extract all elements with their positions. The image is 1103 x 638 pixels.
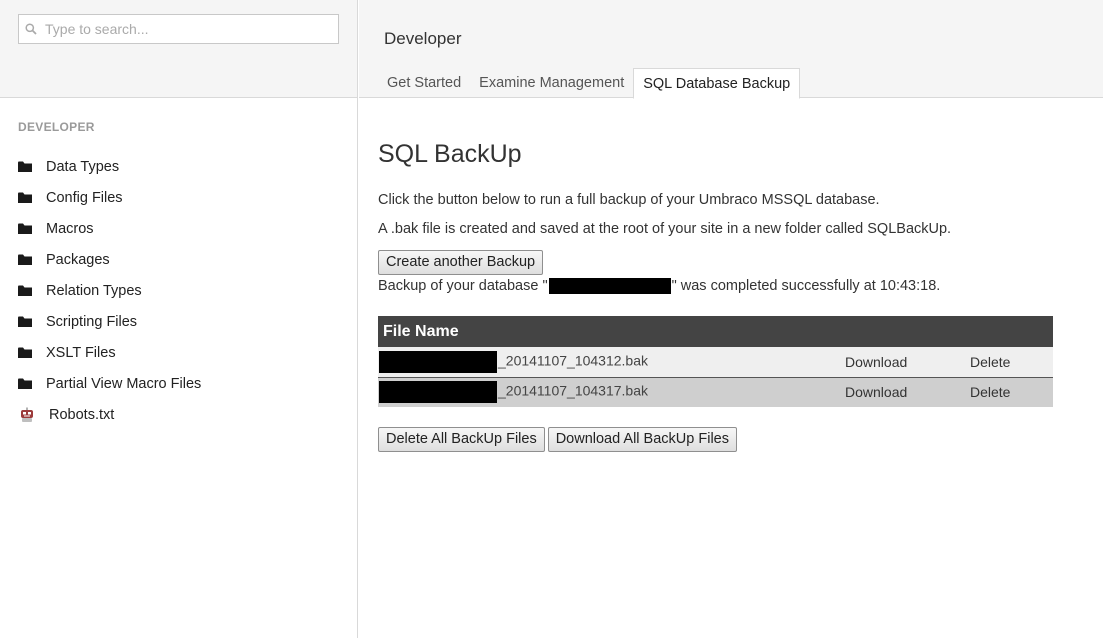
sidebar-item-label: Partial View Macro Files bbox=[46, 375, 202, 392]
section-title: Developer bbox=[384, 29, 462, 48]
download-link[interactable]: Download bbox=[845, 354, 907, 370]
sidebar-item-label: Robots.txt bbox=[49, 406, 115, 423]
file-name-cell: _20141107_104317.bak bbox=[378, 377, 845, 407]
sidebar-item-label: Relation Types bbox=[46, 282, 142, 299]
folder-icon bbox=[18, 161, 46, 172]
search-input[interactable] bbox=[45, 21, 325, 37]
redacted-file-prefix bbox=[379, 350, 497, 373]
sidebar-item-config-files[interactable]: Config Files bbox=[18, 182, 201, 213]
file-name-suffix: _20141107_104317.bak bbox=[498, 382, 649, 399]
sidebar-item-relation-types[interactable]: Relation Types bbox=[18, 275, 201, 306]
sidebar-item-label: Packages bbox=[46, 251, 110, 268]
main-content: SQL BackUp Click the button below to run… bbox=[378, 140, 1078, 452]
tab-examine-management[interactable]: Examine Management bbox=[470, 68, 633, 99]
sidebar-search-area bbox=[0, 0, 357, 98]
sidebar-item-xslt-files[interactable]: XSLT Files bbox=[18, 337, 201, 368]
redacted-database-name bbox=[548, 278, 671, 295]
sidebar-item-macros[interactable]: Macros bbox=[18, 213, 201, 244]
tab-sql-database-backup[interactable]: SQL Database Backup bbox=[633, 68, 801, 99]
search-icon bbox=[25, 23, 37, 35]
folder-icon bbox=[18, 285, 46, 296]
section-header: Developer Get Started Examine Management… bbox=[359, 0, 1103, 99]
table-row: _20141107_104312.bak Download Delete bbox=[378, 347, 1053, 378]
delete-all-backups-button[interactable]: Delete All BackUp Files bbox=[378, 427, 545, 452]
folder-icon bbox=[18, 378, 46, 389]
status-suffix: " was completed successfully at 10:43:18… bbox=[671, 278, 941, 294]
folder-icon bbox=[18, 347, 46, 358]
page-title: SQL BackUp bbox=[378, 140, 522, 168]
download-link[interactable]: Download bbox=[845, 384, 907, 400]
tab-get-started[interactable]: Get Started bbox=[378, 68, 470, 99]
robot-icon bbox=[18, 407, 49, 423]
tab-bar: Get Started Examine Management SQL Datab… bbox=[378, 68, 801, 99]
sidebar-item-robots-txt[interactable]: Robots.txt bbox=[18, 399, 201, 430]
delete-link[interactable]: Delete bbox=[970, 354, 1010, 370]
file-name-suffix: _20141107_104312.bak bbox=[498, 352, 649, 369]
sidebar-item-data-types[interactable]: Data Types bbox=[18, 151, 201, 182]
sidebar-item-scripting-files[interactable]: Scripting Files bbox=[18, 306, 201, 337]
developer-tree: Data Types Config Files Macros Packages … bbox=[18, 151, 201, 430]
tree-heading: DEVELOPER bbox=[18, 120, 95, 134]
download-all-backups-button[interactable]: Download All BackUp Files bbox=[547, 427, 737, 452]
create-backup-button[interactable]: Create another Backup bbox=[378, 250, 544, 275]
file-name-cell: _20141107_104312.bak bbox=[378, 347, 845, 378]
file-name-header: File Name bbox=[378, 316, 1053, 347]
redacted-file-prefix bbox=[379, 381, 497, 404]
sidebar-item-packages[interactable]: Packages bbox=[18, 244, 201, 275]
backup-status: Backup of your database " " was completed… bbox=[378, 276, 1078, 296]
sidebar-item-label: Data Types bbox=[46, 158, 120, 175]
sidebar-item-partial-view-macro-files[interactable]: Partial View Macro Files bbox=[18, 368, 201, 399]
status-prefix: Backup of your database " bbox=[378, 278, 548, 294]
search-box[interactable] bbox=[18, 14, 339, 44]
sidebar-item-label: Scripting Files bbox=[46, 313, 138, 330]
backup-files-table: File Name _20141107_104312.bak Download … bbox=[378, 316, 1053, 407]
delete-link[interactable]: Delete bbox=[970, 384, 1010, 400]
folder-icon bbox=[18, 316, 46, 327]
folder-icon bbox=[18, 223, 46, 234]
bulk-actions: Delete All BackUp Files Download All Bac… bbox=[378, 427, 1078, 452]
intro-text-2: A .bak file is created and saved at the … bbox=[378, 221, 952, 237]
folder-icon bbox=[18, 192, 46, 203]
folder-icon bbox=[18, 254, 46, 265]
sidebar-item-label: XSLT Files bbox=[46, 344, 116, 361]
table-row: _20141107_104317.bak Download Delete bbox=[378, 377, 1053, 407]
sidebar: DEVELOPER Data Types Config Files Macros… bbox=[0, 0, 358, 638]
sidebar-item-label: Macros bbox=[46, 220, 94, 237]
sidebar-item-label: Config Files bbox=[46, 189, 123, 206]
intro-text-1: Click the button below to run a full bac… bbox=[378, 192, 880, 208]
